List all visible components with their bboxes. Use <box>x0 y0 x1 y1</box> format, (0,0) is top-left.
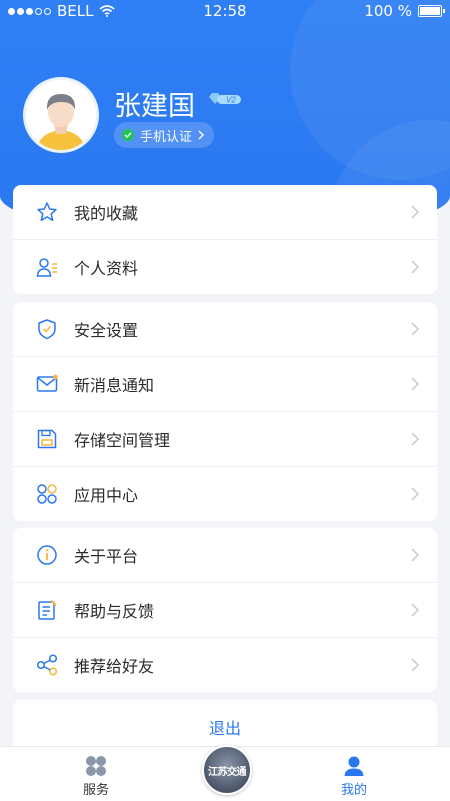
tab-services-label: 服务 <box>82 783 109 798</box>
shield-icon <box>36 318 58 340</box>
menu-item-profile[interactable]: 个人资料 <box>13 240 437 294</box>
check-icon <box>122 129 134 141</box>
status-bar: BELL 12:58 100 % <box>0 0 450 22</box>
tab-services[interactable]: 服务 <box>46 747 146 801</box>
chevron-right-icon <box>411 548 419 562</box>
feedback-icon <box>36 599 58 621</box>
profile-icon <box>36 256 58 278</box>
phone-verify-badge[interactable]: 手机认证 <box>114 122 215 148</box>
share-icon <box>36 654 58 676</box>
avatar[interactable] <box>26 80 96 150</box>
mail-icon <box>36 373 58 395</box>
menu-item-storage[interactable]: 存储空间管理 <box>13 412 437 467</box>
save-icon <box>36 428 58 450</box>
star-icon <box>36 201 58 223</box>
menu-item-label: 新消息通知 <box>74 376 155 395</box>
menu-item-label: 个人资料 <box>74 259 139 278</box>
menu-group-2: 安全设置 新消息通知 存储空间管理 应用中心 <box>13 302 437 521</box>
menu-item-help-feedback[interactable]: 帮助与反馈 <box>13 583 437 638</box>
chevron-right-icon <box>411 487 419 501</box>
apps-icon <box>36 483 58 505</box>
chevron-right-icon <box>411 432 419 446</box>
user-icon <box>344 756 364 776</box>
battery-percent: 100 % <box>364 2 412 20</box>
battery-icon <box>418 5 445 17</box>
menu-group-1: 我的收藏 个人资料 <box>13 185 437 294</box>
tab-bar: 服务 江苏交通 我的 <box>0 745 450 801</box>
vip-level-label: V2 <box>226 96 236 105</box>
menu-item-favorites[interactable]: 我的收藏 <box>13 185 437 240</box>
center-logo-label: 江苏交通 <box>208 766 247 778</box>
menu-item-label: 关于平台 <box>74 547 139 566</box>
user-avatar-icon <box>26 80 96 150</box>
menu-item-recommend[interactable]: 推荐给好友 <box>13 638 437 692</box>
menu-item-about[interactable]: 关于平台 <box>13 528 437 583</box>
info-icon <box>36 544 58 566</box>
menu-item-app-center[interactable]: 应用中心 <box>13 467 437 521</box>
tab-mine[interactable]: 我的 <box>304 747 404 801</box>
verify-label: 手机认证 <box>140 129 193 145</box>
vip-diamond-icon: V2 <box>209 93 241 105</box>
services-icon <box>86 756 106 776</box>
tab-mine-label: 我的 <box>340 783 367 798</box>
menu-item-label: 应用中心 <box>74 486 139 505</box>
chevron-right-icon <box>411 260 419 274</box>
chevron-right-icon <box>411 322 419 336</box>
menu-item-label: 帮助与反馈 <box>74 602 155 621</box>
menu-item-security[interactable]: 安全设置 <box>13 302 437 357</box>
menu-item-label: 安全设置 <box>74 321 139 340</box>
center-logo-button[interactable]: 江苏交通 <box>202 745 252 795</box>
chevron-right-icon <box>411 658 419 672</box>
menu-item-label: 我的收藏 <box>74 204 139 223</box>
menu-item-label: 存储空间管理 <box>74 431 171 450</box>
chevron-right-icon <box>411 377 419 391</box>
menu-group-3: 关于平台 帮助与反馈 推荐给好友 <box>13 528 437 692</box>
user-name: 张建国 <box>114 91 195 122</box>
menu-item-label: 推荐给好友 <box>74 657 155 676</box>
chevron-right-icon <box>411 603 419 617</box>
chevron-right-icon <box>198 130 205 140</box>
menu-item-notifications[interactable]: 新消息通知 <box>13 357 437 412</box>
chevron-right-icon <box>411 205 419 219</box>
